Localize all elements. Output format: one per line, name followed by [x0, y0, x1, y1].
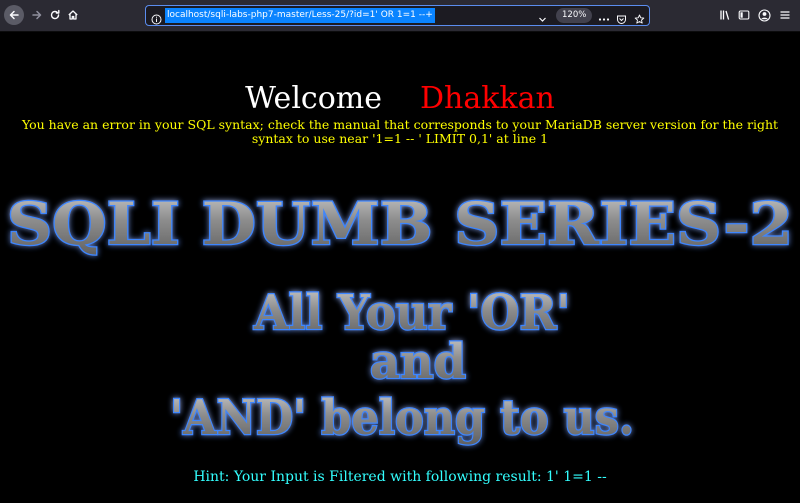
reload-icon: [50, 9, 60, 20]
home-icon: [68, 10, 78, 20]
more-actions-icon[interactable]: [598, 10, 610, 29]
bookmark-star-icon[interactable]: [634, 10, 645, 29]
account-button[interactable]: [753, 4, 775, 26]
back-button[interactable]: [4, 5, 24, 25]
banner-line-2: and: [370, 334, 466, 390]
banner-title: SQLI DUMB SERIES-2: [7, 190, 793, 258]
url-text[interactable]: localhost/sqli-labs-php7-master/Less-25/…: [165, 8, 435, 23]
address-bar[interactable]: localhost/sqli-labs-php7-master/Less-25/…: [145, 5, 650, 26]
sql-error-message: You have an error in your SQL syntax; ch…: [21, 117, 779, 146]
welcome-word: Welcome: [245, 81, 382, 116]
page-content: Welcome Dhakkan You have an error in your…: [0, 32, 800, 503]
sidebar-button[interactable]: [733, 4, 755, 26]
pocket-icon[interactable]: [616, 10, 627, 29]
account-icon: [757, 8, 771, 22]
sidebar-icon: [738, 10, 750, 20]
chevron-down-icon[interactable]: [537, 10, 548, 29]
hamburger-menu-icon: [780, 11, 790, 19]
welcome-name: Dhakkan: [419, 81, 555, 116]
library-icon: [719, 10, 729, 20]
arrow-left-icon: [9, 10, 19, 20]
welcome-heading: Welcome Dhakkan: [0, 82, 800, 116]
menu-button[interactable]: [774, 4, 796, 26]
home-button[interactable]: [62, 4, 84, 26]
banner-image: SQLI DUMB SERIES-2 All Your 'OR' and 'AN…: [0, 184, 800, 454]
browser-toolbar: localhost/sqli-labs-php7-master/Less-25/…: [0, 0, 800, 32]
site-info-icon[interactable]: [151, 10, 162, 29]
banner-line-3: 'AND' belong to us.: [170, 390, 634, 446]
hint-text: Hint: Your Input is Filtered with follow…: [193, 469, 607, 485]
arrow-right-icon: [32, 10, 42, 20]
banner-line-1: All Your 'OR': [253, 285, 570, 341]
zoom-indicator[interactable]: 120%: [556, 8, 593, 23]
